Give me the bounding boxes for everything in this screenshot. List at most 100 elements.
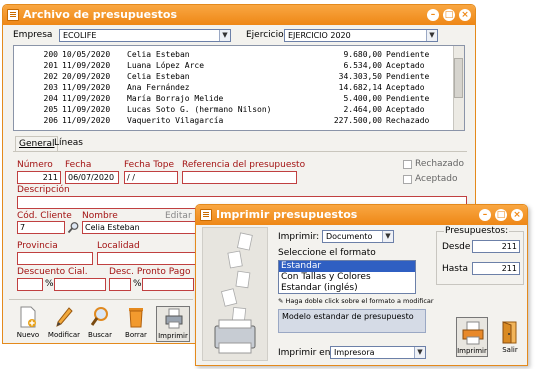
numero-label: Número xyxy=(17,160,53,170)
document-icon xyxy=(7,9,19,21)
list-cell-date: 11/09/2020 xyxy=(62,83,111,92)
list-row[interactable]: 204 11/09/2020 María Borrajo Melide 5.400,0… xyxy=(14,93,454,104)
imprimir-en-select[interactable]: Impresora ▼ xyxy=(330,346,426,359)
aceptado-checkbox[interactable] xyxy=(403,175,412,184)
presupuestos-list[interactable]: 200 10/05/2020 Celia Esteban 9.680,00 Pendie… xyxy=(13,45,465,131)
descuento-percent: % xyxy=(45,279,54,289)
localidad-field[interactable] xyxy=(97,252,197,265)
printer-icon xyxy=(165,307,183,329)
empresa-label: Empresa xyxy=(13,30,53,40)
list-cell-num: 205 xyxy=(43,105,58,114)
borrar-button[interactable]: Borrar xyxy=(119,306,153,342)
pronto-pago-percent: % xyxy=(133,279,142,289)
descuento-amount-field[interactable] xyxy=(54,278,106,291)
list-cell-name: Vaquerito Vilagarcía xyxy=(127,116,224,125)
list-cell-amount: 227.500,00 xyxy=(333,116,382,125)
referencia-field[interactable] xyxy=(182,171,297,184)
chevron-down-icon[interactable]: ▼ xyxy=(426,30,437,41)
dialog-imprimir-button[interactable]: Imprimir xyxy=(456,317,488,357)
descuento-field[interactable] xyxy=(17,278,43,291)
close-icon[interactable]: × xyxy=(459,9,471,21)
minimize-icon[interactable]: – xyxy=(427,9,439,21)
pencil-small-icon: ✎ xyxy=(278,297,284,305)
minimize-icon[interactable]: – xyxy=(479,209,491,221)
list-cell-date: 10/05/2020 xyxy=(62,50,111,59)
nombre-field[interactable]: Celia Esteban xyxy=(82,221,197,234)
cod-cliente-field[interactable]: 7 xyxy=(17,221,65,234)
aceptado-label: Aceptado xyxy=(415,174,458,184)
nombre-label: Nombre xyxy=(82,211,118,221)
formato-item[interactable]: Estandar (inglés) xyxy=(279,283,415,293)
imprimir-value: Documento xyxy=(326,232,373,241)
list-cell-amount: 9.680,00 xyxy=(343,50,382,59)
formato-list[interactable]: Estandar Con Tallas y Colores Estandar (… xyxy=(278,260,416,294)
empresa-value: ECOLIFE xyxy=(63,31,97,40)
modificar-label: Modificar xyxy=(47,331,81,339)
fecha-tope-field[interactable]: / / xyxy=(124,171,178,184)
list-row[interactable]: 200 10/05/2020 Celia Esteban 9.680,00 Pendie… xyxy=(14,49,454,60)
main-titlebar[interactable]: Archivo de presupuestos – □ × xyxy=(3,5,475,25)
list-cell-amount: 5.400,00 xyxy=(343,94,382,103)
list-cell-num: 200 xyxy=(43,50,58,59)
desde-field[interactable]: 211 xyxy=(472,240,520,253)
provincia-field[interactable] xyxy=(17,252,93,265)
search-icon[interactable] xyxy=(67,221,80,234)
tab-lineas-label: Líneas xyxy=(54,138,83,148)
list-cell-name: María Borrajo Melide xyxy=(127,94,224,103)
ejercicio-select[interactable]: EJERCICIO 2020 ▼ xyxy=(284,29,438,42)
maximize-icon[interactable]: □ xyxy=(495,209,507,221)
imprimir-en-value: Impresora xyxy=(334,348,375,357)
rechazado-checkbox[interactable] xyxy=(403,160,412,169)
fecha-field[interactable]: 06/07/2020 xyxy=(65,171,119,184)
formato-item[interactable]: Estandar xyxy=(279,261,415,272)
magnifier-icon xyxy=(90,306,109,328)
list-row[interactable]: 205 11/09/2020 Lucas Soto G. (hermano Nils… xyxy=(14,104,454,115)
empresa-select[interactable]: ECOLIFE ▼ xyxy=(59,29,231,42)
list-cell-date: 20/09/2020 xyxy=(62,72,111,81)
list-scrollbar[interactable] xyxy=(453,46,464,130)
list-cell-status: Rechazado xyxy=(386,116,430,125)
trash-icon xyxy=(127,306,145,328)
desde-label: Desde xyxy=(442,242,471,252)
rechazado-label: Rechazado xyxy=(415,159,465,169)
imprimir-label: Imprimir xyxy=(158,332,188,340)
modificar-button[interactable]: Modificar xyxy=(47,306,81,342)
list-cell-amount: 34.303,50 xyxy=(338,72,382,81)
descuento-label: Descuento Cial. xyxy=(17,267,88,277)
pronto-pago-label: Desc. Pronto Pago xyxy=(109,267,191,277)
scroll-thumb[interactable] xyxy=(454,58,463,98)
imprimir-button[interactable]: Imprimir xyxy=(156,306,190,342)
close-icon[interactable]: × xyxy=(511,209,523,221)
chevron-down-icon[interactable]: ▼ xyxy=(219,30,230,41)
formato-description: Modelo estandar de presupuesto xyxy=(278,309,426,333)
main-window-title: Archivo de presupuestos xyxy=(23,8,177,21)
formato-item[interactable]: Con Tallas y Colores xyxy=(279,272,415,283)
list-row[interactable]: 206 11/09/2020 Vaquerito Vilagarcía 227.500… xyxy=(14,115,454,126)
hint-text: ✎ Haga doble click sobre el formato a mo… xyxy=(278,297,434,305)
maximize-icon[interactable]: □ xyxy=(443,9,455,21)
editar-link[interactable]: Editar xyxy=(165,211,192,221)
list-row[interactable]: 203 11/09/2020 Ana Fernández 14.682,14 Acept… xyxy=(14,82,454,93)
pronto-pago-amount-field[interactable] xyxy=(142,278,194,291)
numero-field[interactable]: 211 xyxy=(17,171,61,184)
new-document-icon xyxy=(19,306,37,328)
list-cell-amount: 6.534,00 xyxy=(343,61,382,70)
dialog-titlebar[interactable]: Imprimir presupuestos – □ × xyxy=(196,205,527,225)
list-cell-status: Aceptado xyxy=(386,83,425,92)
list-cell-status: Pendiente xyxy=(386,72,430,81)
list-cell-name: Celia Esteban xyxy=(127,50,190,59)
list-cell-status: Aceptado xyxy=(386,105,425,114)
buscar-button[interactable]: Buscar xyxy=(83,306,117,342)
pronto-pago-field[interactable] xyxy=(109,278,131,291)
chevron-down-icon[interactable]: ▼ xyxy=(414,347,425,358)
imprimir-select[interactable]: Documento ▼ xyxy=(322,230,394,243)
tab-lineas[interactable]: Líneas xyxy=(51,136,86,152)
chevron-down-icon[interactable]: ▼ xyxy=(382,231,393,242)
list-row[interactable]: 201 11/09/2020 Luana López Arce 6.534,00 Ace… xyxy=(14,60,454,71)
salir-button[interactable]: Salir xyxy=(494,317,526,357)
list-row[interactable]: 202 20/09/2020 Celia Esteban 34.303,50 Pendi… xyxy=(14,71,454,82)
list-cell-num: 201 xyxy=(43,61,58,70)
hasta-field[interactable]: 211 xyxy=(472,262,520,275)
nuevo-button[interactable]: Nuevo xyxy=(11,306,45,342)
nuevo-label: Nuevo xyxy=(16,331,40,339)
